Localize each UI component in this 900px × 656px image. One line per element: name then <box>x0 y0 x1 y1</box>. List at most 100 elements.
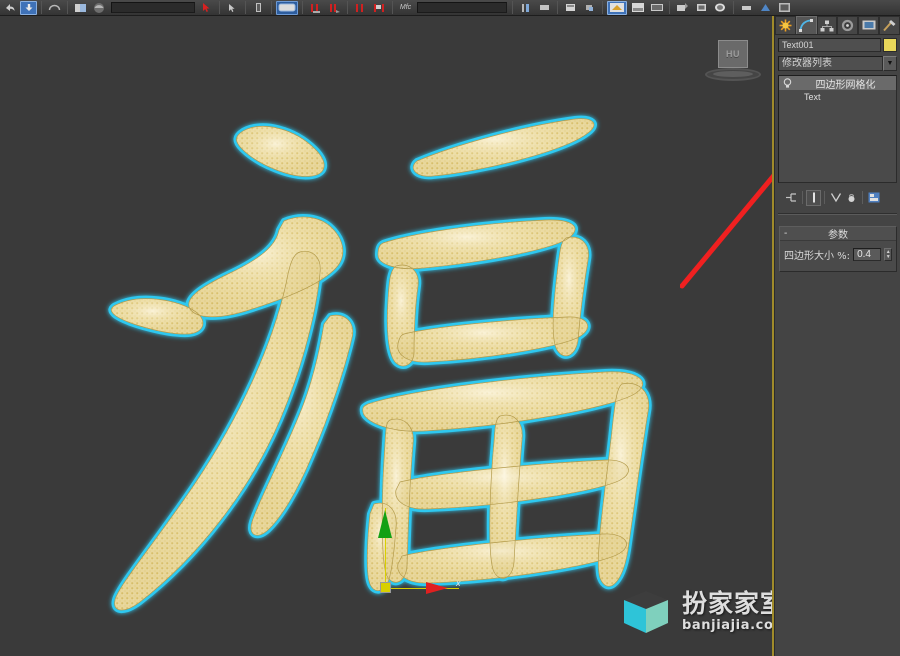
lightbulb-icon[interactable] <box>779 77 795 89</box>
display-tab[interactable] <box>858 16 880 34</box>
quick-render-icon[interactable] <box>738 1 755 15</box>
toolbar-separator <box>219 1 220 14</box>
toolbar-separator <box>669 1 670 14</box>
align-icon[interactable] <box>536 1 553 15</box>
modify-tab[interactable] <box>795 16 817 34</box>
window-crossing-icon[interactable] <box>276 0 298 15</box>
monitor-icon <box>862 20 876 29</box>
parameters-rollout: - 参数 四边形大小 %: 0.4 ▲ ▼ <box>779 226 897 272</box>
quad-size-input[interactable]: 0.4 <box>853 248 882 261</box>
stack-toolbar-separator <box>824 191 825 204</box>
gizmo-y-axis-arrow[interactable] <box>378 510 392 538</box>
selection-filter-field[interactable] <box>111 2 195 13</box>
toolbar-separator <box>302 1 303 14</box>
make-unique-icon[interactable] <box>828 190 843 206</box>
unlink-icon[interactable] <box>72 1 89 15</box>
rollout-collapse-icon[interactable]: - <box>784 229 787 239</box>
modifier-list-dropdown[interactable]: 修改器列表 <box>778 56 883 71</box>
toolbar-separator <box>392 1 393 14</box>
named-selection-sets-field[interactable] <box>417 2 507 13</box>
undo-icon[interactable] <box>1 1 18 15</box>
pin-stack-icon[interactable] <box>784 190 799 206</box>
hammer-icon <box>883 20 896 32</box>
material-editor-icon[interactable] <box>607 0 627 15</box>
toolbar-separator <box>512 1 513 14</box>
3dsmax-window: Mfc HU x 扮家家 banjiajia.co Text001 修改器列表 … <box>0 0 900 656</box>
main-toolbar: Mfc <box>0 0 900 16</box>
use-pivot-point-center-icon[interactable] <box>371 1 388 15</box>
redo-icon[interactable] <box>20 0 37 15</box>
quad-size-spinner[interactable]: ▲ ▼ <box>884 248 892 261</box>
motion-tab[interactable] <box>837 16 859 34</box>
toolbar-separator <box>602 1 603 14</box>
toolbar-separator <box>67 1 68 14</box>
watermark-url: banjiajia.com <box>682 618 773 633</box>
select-and-rotate-icon[interactable] <box>326 1 343 15</box>
arc-icon <box>799 19 814 32</box>
hierarchy-icon <box>820 20 834 31</box>
render-to-texture-icon[interactable] <box>776 1 793 15</box>
graph-editors-icon[interactable] <box>581 1 598 15</box>
modifier-list-row: 修改器列表 ▼ <box>778 56 897 71</box>
watermark-text: 扮家家室内设计 banjiajia.com <box>682 591 773 632</box>
stack-toolbar-separator <box>802 191 803 204</box>
spinner-down-icon[interactable]: ▼ <box>886 254 891 260</box>
perspective-viewport[interactable]: HU x 扮家家室内设计 banjiajia.com <box>0 16 773 656</box>
rollout-header[interactable]: - 参数 <box>780 227 896 241</box>
toolbar-separator <box>557 1 558 14</box>
hierarchy-tab[interactable] <box>816 16 838 34</box>
select-link-icon[interactable] <box>46 1 63 15</box>
rollout-body: 四边形大小 %: 0.4 ▲ ▼ <box>780 241 896 262</box>
command-panel: Text001 修改器列表 ▼ 四边形网格化 Text - 参数 四边形大小 %… <box>775 16 900 656</box>
angle-snap-toggle-icon[interactable]: Mfc <box>397 1 414 15</box>
modifier-stack-item-quadify[interactable]: 四边形网格化 <box>779 76 896 91</box>
rectangular-selection-region-icon[interactable] <box>250 1 267 15</box>
star-icon <box>779 19 792 32</box>
toolbar-separator <box>245 1 246 14</box>
toolbar-separator <box>733 1 734 14</box>
render-setup-icon[interactable] <box>674 1 691 15</box>
object-color-swatch[interactable] <box>883 38 897 52</box>
curve-editor-icon[interactable] <box>629 1 646 15</box>
modifier-stack[interactable]: 四边形网格化 Text <box>778 75 897 183</box>
modifier-stack-toolbar <box>778 188 897 207</box>
base-object-label: Text <box>804 92 821 102</box>
gizmo-x-axis-label: x <box>456 578 461 588</box>
object-name-field[interactable]: Text001 <box>778 38 881 52</box>
configure-modifier-sets-icon[interactable] <box>866 190 881 206</box>
select-by-name-icon[interactable] <box>224 1 241 15</box>
stack-toolbar-separator <box>862 191 863 204</box>
view-cube-face-label[interactable]: HU <box>718 40 748 68</box>
command-panel-tabs <box>775 16 900 35</box>
modifier-name-label: 四边形网格化 <box>815 79 876 91</box>
select-and-scale-icon[interactable] <box>352 1 369 15</box>
schematic-view-icon[interactable] <box>648 1 665 15</box>
create-tab[interactable] <box>775 16 796 34</box>
remove-modifier-icon[interactable] <box>844 190 859 206</box>
render-production-icon[interactable] <box>712 1 729 15</box>
toolbar-separator <box>347 1 348 14</box>
watermark: 扮家家室内设计 banjiajia.com <box>620 584 773 639</box>
transform-gizmo[interactable]: x <box>372 508 482 608</box>
active-shade-icon[interactable] <box>757 1 774 15</box>
select-object-icon[interactable] <box>198 1 215 15</box>
chevron-down-icon[interactable]: ▼ <box>883 56 897 71</box>
view-cube[interactable]: HU <box>703 40 763 90</box>
select-and-move-icon[interactable] <box>307 1 324 15</box>
utilities-tab[interactable] <box>879 16 900 34</box>
rendered-frame-window-icon[interactable] <box>693 1 710 15</box>
bind-space-warp-icon[interactable] <box>91 1 108 15</box>
gizmo-xy-plane-handle[interactable] <box>380 582 391 593</box>
modifier-stack-item-text[interactable]: Text <box>779 90 896 104</box>
gizmo-x-axis-arrow[interactable] <box>426 582 448 594</box>
rollout-title: 参数 <box>828 230 848 241</box>
toolbar-separator <box>271 1 272 14</box>
panel-divider <box>778 213 897 215</box>
watermark-brand: 扮家家室内设计 <box>682 589 773 618</box>
show-end-result-icon[interactable] <box>806 189 821 206</box>
toolbar-separator <box>41 1 42 14</box>
mirror-icon[interactable] <box>517 1 534 15</box>
layer-manager-icon[interactable] <box>562 1 579 15</box>
object-name-row: Text001 <box>778 38 897 52</box>
wheel-icon <box>842 19 854 32</box>
